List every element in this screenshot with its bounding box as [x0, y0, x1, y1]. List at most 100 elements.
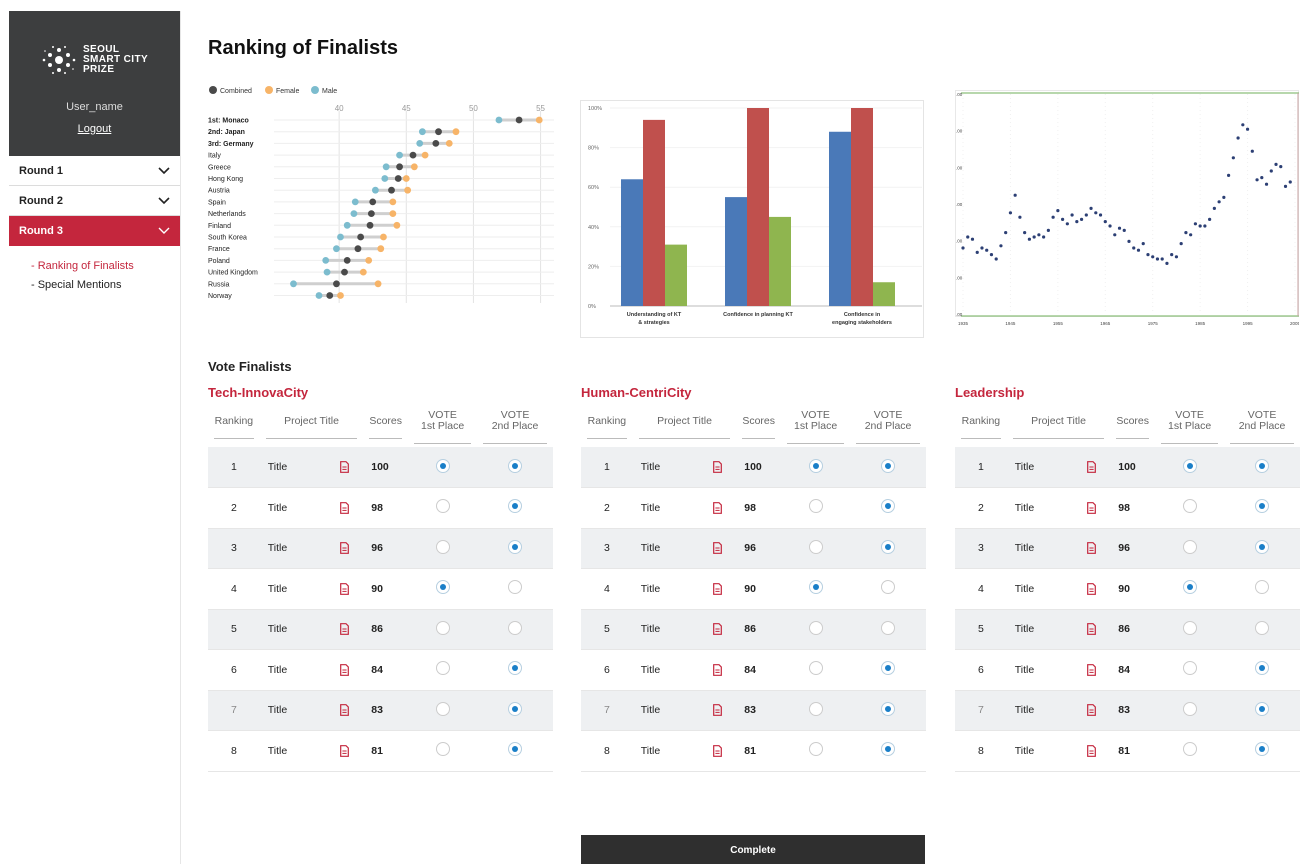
document-icon[interactable]: [712, 542, 722, 555]
document-icon[interactable]: [1086, 461, 1096, 474]
project-title[interactable]: Title: [641, 664, 713, 676]
vote-second-radio[interactable]: [1255, 620, 1270, 635]
document-icon[interactable]: [1086, 582, 1096, 595]
document-icon[interactable]: [712, 704, 722, 717]
vote-second-radio[interactable]: [881, 661, 896, 676]
vote-first-radio[interactable]: [808, 580, 823, 595]
vote-first-radio[interactable]: [435, 661, 450, 676]
project-title[interactable]: Title: [1015, 583, 1087, 595]
vote-second-radio[interactable]: [508, 661, 523, 676]
vote-first-radio[interactable]: [435, 620, 450, 635]
vote-second-radio[interactable]: [1255, 701, 1270, 716]
project-title[interactable]: Title: [268, 623, 340, 635]
vote-second-radio[interactable]: [508, 458, 523, 473]
project-title[interactable]: Title: [641, 704, 713, 716]
project-title[interactable]: Title: [641, 745, 713, 757]
vote-second-radio[interactable]: [508, 539, 523, 554]
project-title[interactable]: Title: [641, 623, 713, 635]
vote-first-radio[interactable]: [808, 539, 823, 554]
round-3-item[interactable]: Round 3: [9, 216, 180, 246]
vote-second-radio[interactable]: [508, 742, 523, 757]
project-title[interactable]: Title: [268, 461, 340, 473]
vote-first-radio[interactable]: [808, 661, 823, 676]
vote-first-radio[interactable]: [808, 620, 823, 635]
project-title[interactable]: Title: [268, 542, 340, 554]
document-icon[interactable]: [712, 744, 722, 757]
document-icon[interactable]: [339, 704, 349, 717]
vote-first-radio[interactable]: [435, 539, 450, 554]
vote-first-radio[interactable]: [435, 742, 450, 757]
vote-first-radio[interactable]: [808, 458, 823, 473]
vote-first-radio[interactable]: [1182, 458, 1197, 473]
document-icon[interactable]: [712, 623, 722, 636]
complete-button[interactable]: Complete: [581, 835, 925, 864]
round-1-item[interactable]: Round 1: [9, 156, 180, 186]
project-title[interactable]: Title: [641, 542, 713, 554]
vote-first-radio[interactable]: [1182, 742, 1197, 757]
vote-first-radio[interactable]: [1182, 499, 1197, 514]
document-icon[interactable]: [1086, 542, 1096, 555]
document-icon[interactable]: [339, 663, 349, 676]
document-icon[interactable]: [1086, 744, 1096, 757]
project-title[interactable]: Title: [268, 502, 340, 514]
document-icon[interactable]: [339, 582, 349, 595]
project-title[interactable]: Title: [268, 664, 340, 676]
project-title[interactable]: Title: [1015, 502, 1087, 514]
document-icon[interactable]: [712, 582, 722, 595]
vote-first-radio[interactable]: [1182, 580, 1197, 595]
vote-first-radio[interactable]: [1182, 661, 1197, 676]
project-title[interactable]: Title: [268, 745, 340, 757]
vote-second-radio[interactable]: [881, 701, 896, 716]
vote-first-radio[interactable]: [1182, 620, 1197, 635]
vote-first-radio[interactable]: [435, 580, 450, 595]
document-icon[interactable]: [1086, 501, 1096, 514]
vote-first-radio[interactable]: [808, 742, 823, 757]
project-title[interactable]: Title: [641, 502, 713, 514]
project-title[interactable]: Title: [268, 583, 340, 595]
document-icon[interactable]: [712, 501, 722, 514]
vote-first-radio[interactable]: [1182, 701, 1197, 716]
vote-second-radio[interactable]: [508, 499, 523, 514]
project-title[interactable]: Title: [1015, 461, 1087, 473]
vote-first-radio[interactable]: [808, 499, 823, 514]
vote-second-radio[interactable]: [881, 620, 896, 635]
project-title[interactable]: Title: [641, 461, 713, 473]
project-title[interactable]: Title: [1015, 623, 1087, 635]
vote-first-radio[interactable]: [435, 701, 450, 716]
document-icon[interactable]: [1086, 704, 1096, 717]
project-title[interactable]: Title: [641, 583, 713, 595]
vote-second-radio[interactable]: [508, 620, 523, 635]
document-icon[interactable]: [339, 501, 349, 514]
vote-second-radio[interactable]: [508, 580, 523, 595]
document-icon[interactable]: [1086, 623, 1096, 636]
document-icon[interactable]: [339, 461, 349, 474]
vote-first-radio[interactable]: [435, 499, 450, 514]
project-title[interactable]: Title: [1015, 745, 1087, 757]
round-2-item[interactable]: Round 2: [9, 186, 180, 216]
vote-second-radio[interactable]: [881, 499, 896, 514]
vote-second-radio[interactable]: [881, 742, 896, 757]
vote-second-radio[interactable]: [1255, 499, 1270, 514]
subnav-special-mentions[interactable]: - Special Mentions: [31, 276, 180, 295]
project-title[interactable]: Title: [268, 704, 340, 716]
vote-second-radio[interactable]: [881, 458, 896, 473]
project-title[interactable]: Title: [1015, 664, 1087, 676]
document-icon[interactable]: [339, 542, 349, 555]
vote-second-radio[interactable]: [881, 539, 896, 554]
document-icon[interactable]: [1086, 663, 1096, 676]
vote-second-radio[interactable]: [1255, 580, 1270, 595]
vote-first-radio[interactable]: [435, 458, 450, 473]
vote-second-radio[interactable]: [1255, 539, 1270, 554]
vote-first-radio[interactable]: [1182, 539, 1197, 554]
logout-link[interactable]: Logout: [78, 123, 112, 135]
vote-second-radio[interactable]: [1255, 661, 1270, 676]
document-icon[interactable]: [339, 623, 349, 636]
subnav-ranking-of-finalists[interactable]: - Ranking of Finalists: [31, 257, 180, 276]
document-icon[interactable]: [712, 663, 722, 676]
vote-second-radio[interactable]: [1255, 742, 1270, 757]
document-icon[interactable]: [712, 461, 722, 474]
vote-second-radio[interactable]: [1255, 458, 1270, 473]
document-icon[interactable]: [339, 744, 349, 757]
vote-second-radio[interactable]: [508, 701, 523, 716]
vote-second-radio[interactable]: [881, 580, 896, 595]
